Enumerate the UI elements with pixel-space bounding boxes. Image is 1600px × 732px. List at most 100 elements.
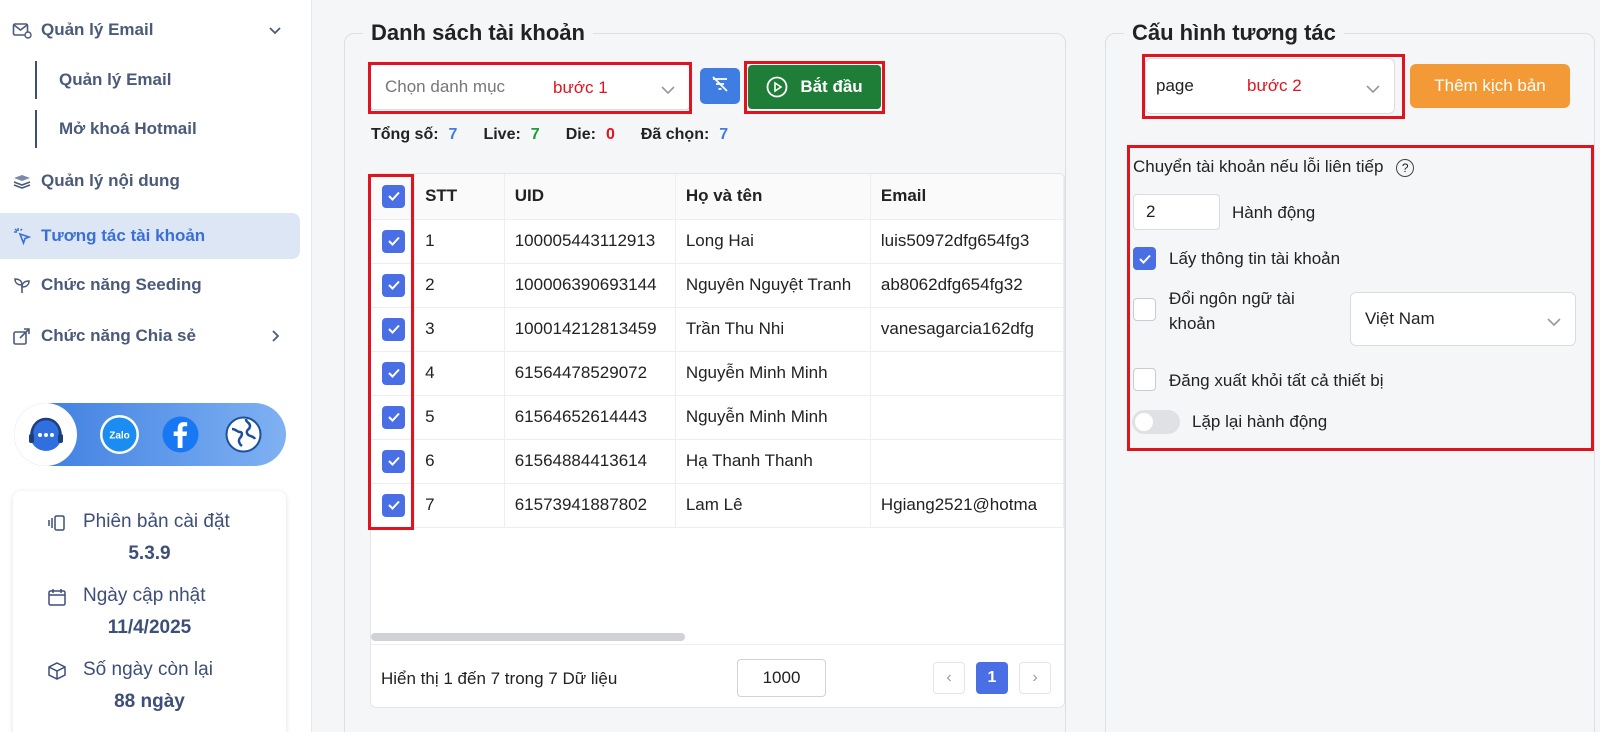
row-checkbox[interactable]	[382, 273, 405, 297]
cell-name: Long Hai	[675, 219, 871, 264]
column-name[interactable]: Họ và tên	[675, 174, 871, 220]
cell-uid: 61573941887802	[504, 483, 676, 528]
stat-live-label: Live:	[483, 126, 521, 143]
row-checkbox[interactable]	[382, 405, 405, 429]
nav-sub-unlock-hotmail[interactable]: Mở khoá Hotmail	[35, 110, 197, 148]
table-row[interactable]: 1 100005443112913 Long Hai luis50972dfg654f…	[371, 219, 1064, 264]
version-remaining-value: 88 ngày	[114, 691, 185, 712]
page-size-input[interactable]: 1000	[737, 659, 826, 697]
row-checkbox[interactable]	[382, 361, 405, 385]
version-info-card: Phiên bản cài đặt 5.3.9 Ngày cập nhật 11…	[13, 491, 286, 732]
nav-account-interact-label: Tương tác tài khoản	[41, 226, 206, 245]
horizontal-scrollbar[interactable]	[371, 633, 685, 641]
globe-icon[interactable]	[224, 415, 263, 454]
category-select[interactable]: Chọn danh mục	[370, 64, 690, 110]
select-all-cell	[371, 174, 416, 220]
chevron-down-icon	[266, 21, 284, 39]
cell-name: Lam Lê	[675, 483, 871, 528]
accounts-panel-title: Danh sách tài khoản	[363, 20, 593, 46]
start-button-label: Bắt đầu	[800, 77, 863, 96]
sprout-icon	[12, 275, 32, 295]
cell-stt: 3	[414, 307, 505, 352]
column-stt[interactable]: STT	[414, 174, 505, 220]
stat-total-value: 7	[448, 126, 458, 143]
cell-email: ab8062dfg654fg32	[870, 263, 1064, 308]
select-all-checkbox[interactable]	[382, 184, 405, 208]
language-select[interactable]: Việt Nam	[1350, 292, 1576, 346]
chevron-right-icon	[266, 327, 284, 345]
stat-die-label: Die:	[565, 126, 596, 143]
change-language-checkbox[interactable]	[1133, 298, 1156, 321]
get-info-checkbox[interactable]	[1133, 247, 1156, 270]
cell-stt: 7	[414, 483, 505, 528]
cell-uid: 61564884413614	[504, 439, 676, 484]
version-update-label: Ngày cập nhật	[83, 585, 206, 606]
help-icon[interactable]: ?	[1396, 158, 1415, 177]
cell-name: Nguyên Nguyệt Tranh	[675, 263, 871, 308]
row-checkbox[interactable]	[382, 317, 405, 341]
support-icon[interactable]	[14, 403, 77, 466]
next-page-button[interactable]: ›	[1019, 662, 1051, 694]
logout-all-label: Đăng xuất khỏi tất cả thiết bị	[1169, 371, 1384, 390]
table-header-row: STT UID Họ và tên Email	[371, 174, 1064, 220]
zalo-label: Zalo	[109, 431, 130, 442]
nav-sub-email-manage[interactable]: Quản lý Email	[35, 61, 171, 99]
nav-content-manage-label: Quản lý nội dung	[41, 171, 180, 190]
stat-selected-label: Đã chọn:	[640, 126, 710, 143]
add-script-button[interactable]: Thêm kịch bản	[1410, 64, 1570, 108]
row-checkbox[interactable]	[382, 449, 405, 473]
cell-stt: 4	[414, 351, 505, 396]
interaction-type-value: page	[1156, 76, 1194, 95]
row-select-cell	[371, 439, 416, 484]
nav-content-manage[interactable]: Quản lý nội dung	[0, 158, 300, 204]
table-footer: Hiển thị 1 đến 7 trong 7 Dữ liệu 1000 ‹ …	[371, 644, 1064, 707]
start-button[interactable]: Bắt đầu	[748, 65, 881, 109]
click-icon	[12, 226, 32, 246]
cell-uid: 100005443112913	[504, 219, 676, 264]
column-uid[interactable]: UID	[504, 174, 676, 220]
cell-email: luis50972dfg654fg3	[870, 219, 1064, 264]
prev-page-button[interactable]: ‹	[933, 662, 965, 694]
clear-filter-button[interactable]	[700, 68, 740, 104]
repeat-action-toggle[interactable]	[1132, 410, 1180, 434]
category-select-placeholder: Chọn danh mục	[385, 77, 506, 96]
cell-email: vanesagarcia162dfg	[870, 307, 1064, 352]
column-email[interactable]: Email	[870, 174, 1064, 220]
nav-sub-email-manage-label: Quản lý Email	[59, 70, 172, 89]
page-1-button[interactable]: 1	[976, 662, 1008, 694]
cell-name: Nguyễn Minh Minh	[675, 395, 871, 440]
table-row[interactable]: 7 61573941887802 Lam Lê Hgiang2521@hotma	[371, 483, 1064, 528]
cell-stt: 1	[414, 219, 505, 264]
table-row[interactable]: 4 61564478529072 Nguyễn Minh Minh	[371, 351, 1064, 396]
logout-all-checkbox[interactable]	[1133, 368, 1156, 391]
table-row[interactable]: 6 61564884413614 Hạ Thanh Thanh	[371, 439, 1064, 484]
row-select-cell	[371, 219, 416, 264]
row-checkbox[interactable]	[382, 493, 405, 517]
nav-account-interact[interactable]: Tương tác tài khoản	[0, 213, 300, 259]
version-install-value: 5.3.9	[128, 543, 171, 564]
cell-stt: 2	[414, 263, 505, 308]
chevron-down-icon	[1547, 313, 1561, 327]
nav-seeding[interactable]: Chức năng Seeding	[0, 262, 300, 308]
table-row[interactable]: 2 100006390693144 Nguyên Nguyệt Tranh ab806…	[371, 263, 1064, 308]
row-checkbox[interactable]	[382, 229, 405, 253]
switch-account-label: Chuyển tài khoản nếu lỗi liên tiếp	[1133, 157, 1384, 176]
action-count-input[interactable]: 2	[1133, 194, 1220, 230]
row-select-cell	[371, 351, 416, 396]
facebook-icon[interactable]	[161, 415, 200, 454]
device-icon	[47, 513, 67, 533]
nav-sub-unlock-hotmail-label: Mở khoá Hotmail	[59, 119, 197, 138]
table-row[interactable]: 5 61564652614443 Nguyễn Minh Minh	[371, 395, 1064, 440]
zalo-icon[interactable]: Zalo	[100, 415, 139, 454]
row-select-cell	[371, 395, 416, 440]
pagination-info: Hiển thị 1 đến 7 trong 7 Dữ liệu	[381, 669, 618, 688]
accounts-table: STT UID Họ và tên Email 1 100005443112913…	[371, 174, 1064, 528]
account-stats: Tổng số: 7 Live: 7 Die: 0 Đã chọn: 7	[371, 126, 738, 144]
cell-uid: 61564652614443	[504, 395, 676, 440]
table-row[interactable]: 3 100014212813459 Trần Thu Nhi vanesagarcia…	[371, 307, 1064, 352]
cell-uid: 61564478529072	[504, 351, 676, 396]
nav-share[interactable]: Chức năng Chia sẻ	[0, 313, 300, 359]
cell-uid: 100006390693144	[504, 263, 676, 308]
nav-email-manage[interactable]: Quản lý Email	[0, 7, 300, 53]
switch-account-row: Chuyển tài khoản nếu lỗi liên tiếp ?	[1133, 157, 1415, 177]
